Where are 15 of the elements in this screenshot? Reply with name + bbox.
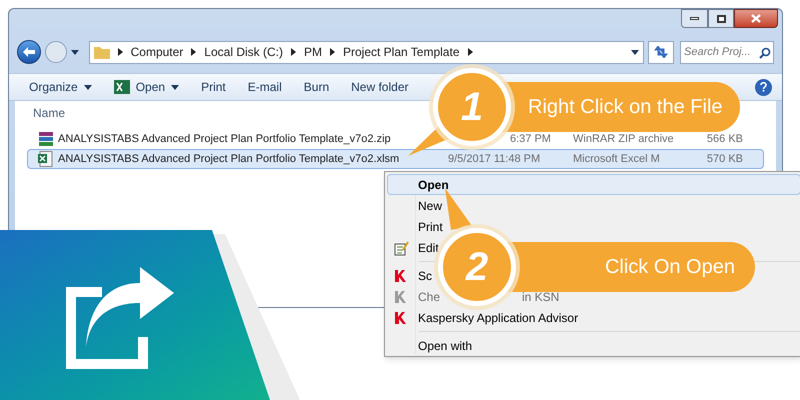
file-size: 566 KB bbox=[706, 132, 743, 147]
menu-item-label: Edit bbox=[418, 240, 439, 256]
menu-item-label: Sc bbox=[418, 268, 432, 284]
file-date: 6:37 PM bbox=[510, 132, 551, 145]
menu-item-label: Open with bbox=[418, 338, 472, 354]
file-type: Microsoft Excel M bbox=[573, 152, 660, 165]
menu-item-label: New bbox=[418, 198, 442, 214]
file-name: ANALYSISTABS Advanced Project Plan Portfolio Template_v7o2.zip bbox=[58, 132, 391, 145]
file-size: 570 KB bbox=[706, 152, 743, 167]
menu-item-label: Che bbox=[418, 288, 440, 306]
file-name: ANALYSISTABS Advanced Project Plan Portfolio Template_v7o2.xlsm bbox=[58, 152, 400, 165]
menu-item-label: Open bbox=[418, 176, 449, 194]
file-date: 9/5/2017 11:48 PM bbox=[448, 152, 540, 165]
file-type: WinRAR ZIP archive bbox=[573, 132, 674, 145]
menu-item-label: Kaspersky Application Advisor bbox=[418, 310, 578, 326]
